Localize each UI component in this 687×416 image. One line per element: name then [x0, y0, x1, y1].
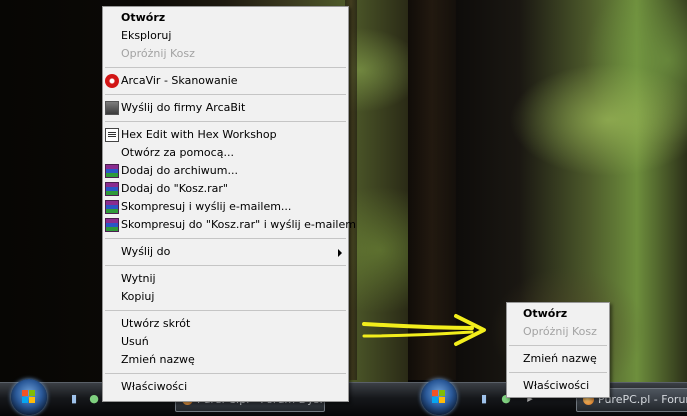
menu-item-label: Eksploruj — [121, 29, 172, 42]
menu-item-label: Wytnij — [121, 272, 156, 285]
menu-item-label: Skompresuj i wyślij e-mailem... — [121, 200, 292, 213]
start-button[interactable] — [421, 379, 457, 415]
menu-item-label: Dodaj do "Kosz.rar" — [121, 182, 228, 195]
menu-separator — [105, 67, 346, 68]
menu-item-wyslij-do[interactable]: Wyślij do — [103, 243, 348, 261]
menu-item-label: Otwórz — [121, 11, 166, 24]
menu-item-label: Wyślij do — [121, 245, 171, 258]
menu-item-label: Otwórz — [523, 307, 568, 320]
menu-item-dodaj-do-archiwum[interactable]: Dodaj do archiwum... — [103, 162, 348, 180]
menu-separator — [509, 372, 607, 373]
winrar-icon — [105, 200, 119, 214]
menu-item-label: ArcaVir - Skanowanie — [121, 74, 238, 87]
menu-item-hex-edit-with-hex-workshop[interactable]: Hex Edit with Hex Workshop — [103, 126, 348, 144]
menu-item-dodaj-do-kosz-rar[interactable]: Dodaj do "Kosz.rar" — [103, 180, 348, 198]
menu-item-label: Usuń — [121, 335, 149, 348]
menu-item-skompresuj-do-kosz-rar-i-wyslij-e-mailem[interactable]: Skompresuj do "Kosz.rar" i wyślij e-mail… — [103, 216, 356, 234]
menu-item-label: Opróżnij Kosz — [523, 325, 597, 338]
menu-item-wlasciwosci[interactable]: Właściwości — [507, 377, 609, 395]
right-screenshot-panel: ▮ ● ▸ PurePC.pl - Forum Otwórz Opróżnij K… — [408, 0, 687, 416]
menu-item-label: Utwórz skrót — [121, 317, 191, 330]
hex-workshop-icon — [105, 128, 119, 142]
submenu-arrow-icon — [338, 249, 342, 257]
menu-separator — [105, 238, 346, 239]
menu-item-label: Skompresuj do "Kosz.rar" i wyślij e-mail… — [121, 218, 356, 231]
menu-item-eksploruj[interactable]: Eksploruj — [103, 27, 348, 45]
arcavir-icon — [105, 74, 119, 88]
windows-logo-icon — [432, 390, 446, 404]
menu-item-label: Kopiuj — [121, 290, 155, 303]
winrar-icon — [105, 164, 119, 178]
menu-item-arcavir-skanowanie[interactable]: ArcaVir - Skanowanie — [103, 72, 348, 90]
arcabit-icon — [105, 101, 119, 115]
menu-item-label: Właściwości — [523, 379, 590, 392]
menu-item-label: Zmień nazwę — [121, 353, 195, 366]
menu-item-otworz-za-pomoca[interactable]: Otwórz za pomocą... — [103, 144, 348, 162]
quick-launch-desktop-icon[interactable]: ▮ — [68, 392, 80, 406]
menu-item-label: Właściwości — [121, 380, 188, 393]
menu-separator — [105, 265, 346, 266]
winrar-icon — [105, 182, 119, 196]
menu-item-label: Dodaj do archiwum... — [121, 164, 238, 177]
menu-item-wyslij-do-firmy-arcabit[interactable]: Wyślij do firmy ArcaBit — [103, 99, 348, 117]
start-button[interactable] — [11, 379, 47, 415]
menu-item-kopiuj[interactable]: Kopiuj — [103, 288, 348, 306]
quick-launch-ie-icon[interactable]: ● — [88, 392, 100, 406]
menu-separator — [105, 94, 346, 95]
menu-item-label: Opróżnij Kosz — [121, 47, 195, 60]
menu-item-usun[interactable]: Usuń — [103, 333, 348, 351]
menu-item-label: Hex Edit with Hex Workshop — [121, 128, 277, 141]
taskbar-window-label: PurePC.pl - Forum — [598, 393, 687, 406]
recycle-bin-context-menu-compact: Otwórz Opróżnij Kosz Zmień nazwę Właściwośc… — [506, 302, 610, 398]
menu-separator — [509, 345, 607, 346]
left-screenshot-panel: ▮ ● ▸ PurePC.pl - Forum Dys... OtwórzEks… — [0, 0, 408, 416]
menu-item-oproznij-kosz: Opróżnij Kosz — [507, 323, 609, 341]
menu-separator — [105, 310, 346, 311]
menu-item-skompresuj-i-wyslij-e-mailem[interactable]: Skompresuj i wyślij e-mailem... — [103, 198, 348, 216]
menu-item-label: Zmień nazwę — [523, 352, 597, 365]
menu-item-otworz[interactable]: Otwórz — [103, 9, 348, 27]
menu-item-oproznij-kosz: Opróżnij Kosz — [103, 45, 348, 63]
windows-logo-icon — [22, 390, 36, 404]
menu-item-label: Otwórz za pomocą... — [121, 146, 234, 159]
menu-separator — [105, 121, 346, 122]
menu-separator — [105, 373, 346, 374]
menu-item-utworz-skrot[interactable]: Utwórz skrót — [103, 315, 348, 333]
menu-item-otworz[interactable]: Otwórz — [507, 305, 609, 323]
yellow-pointer-arrow-icon — [362, 314, 486, 346]
menu-item-wytnij[interactable]: Wytnij — [103, 270, 348, 288]
recycle-bin-context-menu: Otwórz Eksploruj Opróżnij Kosz ArcaVir - Sk… — [102, 6, 356, 402]
quick-launch-desktop-icon[interactable]: ▮ — [478, 392, 490, 406]
menu-item-zmien-nazwe[interactable]: Zmień nazwę — [103, 351, 348, 369]
winrar-icon — [105, 218, 119, 232]
menu-item-zmien-nazwe[interactable]: Zmień nazwę — [507, 350, 609, 368]
menu-item-wlasciwosci[interactable]: Właściwości — [103, 378, 348, 396]
menu-item-label: Wyślij do firmy ArcaBit — [121, 101, 246, 114]
